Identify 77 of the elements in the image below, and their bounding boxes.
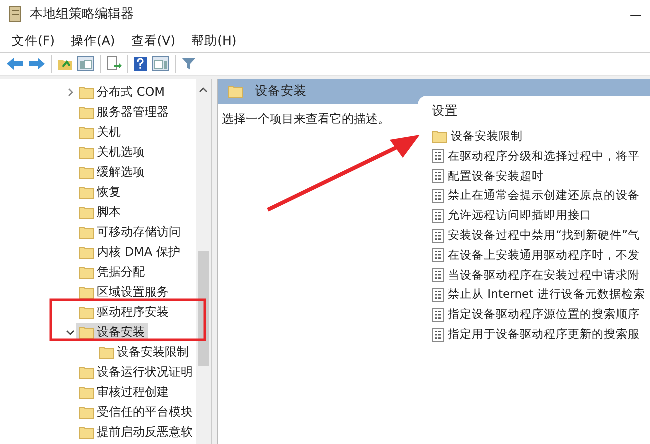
expand-chevron-icon[interactable] bbox=[66, 88, 74, 96]
panel-title: 设备安装 bbox=[255, 82, 307, 100]
tree-item[interactable]: 分布式 COM bbox=[76, 83, 168, 101]
settings-item[interactable]: 当设备驱动程序在安装过程中请求附 bbox=[432, 265, 650, 286]
tree-item[interactable]: 关机 bbox=[76, 123, 124, 141]
settings-item[interactable]: 指定用于设备驱动程序更新的搜索服 bbox=[432, 324, 650, 345]
setting-icon bbox=[432, 149, 444, 164]
tree-item[interactable]: 凭据分配 bbox=[76, 263, 148, 281]
setting-icon bbox=[432, 208, 444, 223]
tree-item[interactable]: 提前启动反恶意软 bbox=[76, 423, 196, 441]
tree-item[interactable]: 设备安装限制 bbox=[96, 343, 192, 361]
tree-item[interactable]: 内核 DMA 保护 bbox=[76, 243, 184, 261]
settings-item[interactable]: 禁止从 Internet 进行设备元数据检索 bbox=[432, 285, 650, 305]
console-icon[interactable] bbox=[150, 56, 172, 72]
settings-item[interactable]: 配置设备安装超时 bbox=[432, 166, 650, 186]
tree-item[interactable]: 可移动存储访问 bbox=[76, 223, 184, 241]
folder-icon bbox=[79, 126, 94, 138]
tree-item[interactable]: 恢复 bbox=[76, 183, 124, 201]
folder-up-icon[interactable] bbox=[55, 57, 75, 71]
setting-icon bbox=[432, 169, 444, 184]
folder-icon bbox=[79, 386, 94, 398]
description-text: 选择一个项目来查看它的描述。 bbox=[222, 112, 390, 126]
tree-item[interactable]: 区域设置服务 bbox=[76, 283, 172, 301]
folder-icon bbox=[99, 346, 114, 358]
setting-icon bbox=[432, 228, 444, 243]
folder-icon bbox=[432, 130, 447, 144]
folder-icon bbox=[79, 426, 94, 438]
folder-icon bbox=[79, 186, 94, 198]
setting-icon bbox=[432, 248, 444, 262]
setting-icon bbox=[432, 288, 444, 302]
folder-icon bbox=[79, 146, 94, 158]
folder-icon bbox=[79, 166, 94, 178]
filter-icon[interactable] bbox=[179, 56, 199, 72]
menu-item[interactable]: 文件(F) bbox=[4, 32, 63, 50]
window-title: 本地组策略编辑器 bbox=[30, 6, 134, 24]
menu-item[interactable]: 帮助(H) bbox=[184, 32, 245, 50]
settings-item[interactable]: 在驱动程序分级和选择过程中，将平 bbox=[432, 146, 650, 166]
menu-item[interactable]: 查看(V) bbox=[123, 32, 184, 50]
tree-item[interactable]: 服务器管理器 bbox=[76, 103, 172, 121]
tree-item[interactable]: 设备运行状况证明 bbox=[76, 363, 196, 381]
settings-item[interactable]: 安装设备过程中禁用“找到新硬件”气 bbox=[432, 226, 650, 246]
tree-toggle-icon[interactable] bbox=[75, 56, 97, 72]
help-icon[interactable] bbox=[131, 56, 150, 72]
scroll-up-icon[interactable] bbox=[199, 87, 208, 93]
collapse-chevron-icon[interactable] bbox=[66, 328, 74, 336]
folder-icon bbox=[79, 326, 94, 338]
folder-icon bbox=[79, 306, 94, 318]
column-header: 设置 bbox=[432, 103, 458, 118]
tree-item[interactable]: 缓解选项 bbox=[76, 163, 148, 181]
setting-icon bbox=[432, 328, 444, 342]
folder-icon bbox=[79, 86, 94, 98]
folder-icon bbox=[228, 85, 243, 98]
folder-icon bbox=[79, 286, 94, 298]
tree-item[interactable]: 受信任的平台模块 bbox=[76, 403, 196, 421]
folder-icon bbox=[79, 366, 94, 378]
app-icon bbox=[8, 6, 24, 24]
folder-icon bbox=[79, 106, 94, 118]
tree-item[interactable]: 驱动程序安装 bbox=[76, 303, 172, 321]
folder-icon bbox=[79, 206, 94, 218]
folder-icon bbox=[79, 266, 94, 278]
folder-icon bbox=[79, 406, 94, 418]
folder-icon bbox=[79, 226, 94, 238]
minimize-button[interactable]: — bbox=[630, 6, 642, 24]
scrollbar[interactable] bbox=[196, 79, 211, 444]
settings-item[interactable]: 设备安装限制 bbox=[432, 126, 650, 147]
settings-item[interactable]: 禁止在通常会提示创建还原点的设备 bbox=[432, 186, 650, 206]
setting-icon bbox=[432, 268, 444, 282]
tree-item[interactable]: 脚本 bbox=[76, 203, 124, 221]
tree-item[interactable]: 审核过程创建 bbox=[76, 383, 172, 401]
setting-icon bbox=[432, 189, 444, 204]
folder-icon bbox=[79, 246, 94, 258]
menu-item[interactable]: 操作(A) bbox=[62, 32, 124, 50]
setting-icon bbox=[432, 308, 444, 322]
tree-item[interactable]: 关机选项 bbox=[76, 143, 148, 161]
settings-item[interactable]: 在设备上安装通用驱动程序时，不发 bbox=[432, 246, 650, 266]
settings-item[interactable]: 允许远程访问即插即用接口 bbox=[432, 206, 650, 226]
settings-item[interactable]: 指定设备驱动程序源位置的搜索顺序 bbox=[432, 304, 650, 325]
